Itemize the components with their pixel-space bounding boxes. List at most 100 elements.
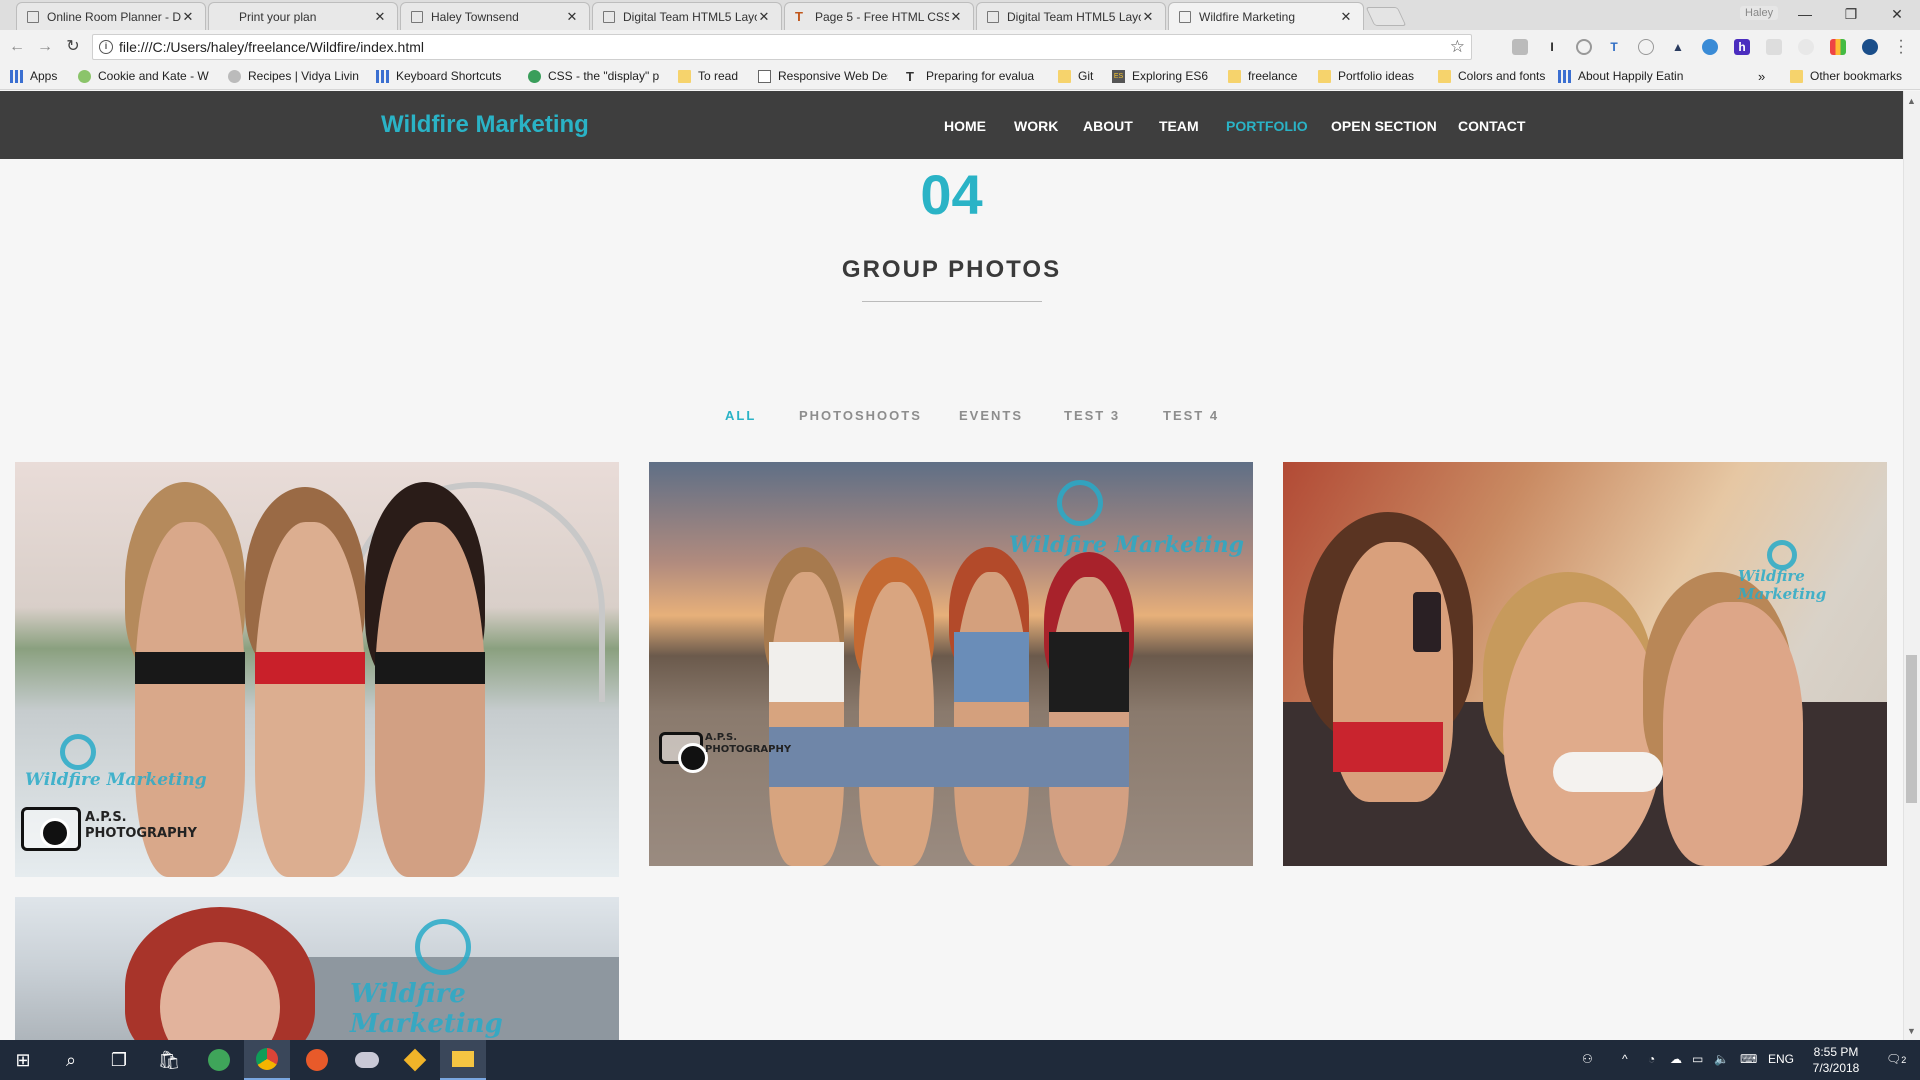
browser-tab[interactable]: Haley Townsend ✕	[400, 2, 590, 30]
forward-arrow-icon[interactable]: →	[34, 36, 56, 58]
page-scrollbar[interactable]	[1903, 91, 1920, 1040]
portfolio-photo[interactable]: Wildfire Marketing A.P.S. PHOTOGRAPHY	[649, 462, 1253, 866]
bookmark-item[interactable]: About Happily Eatin	[1558, 69, 1690, 83]
close-icon[interactable]: ✕	[757, 9, 771, 25]
scroll-up-icon[interactable]: ▲	[1906, 96, 1917, 106]
network-icon[interactable]: ◔	[1648, 1052, 1655, 1066]
portfolio-photo[interactable]: Wildfire Marketing	[1283, 462, 1887, 866]
task-view-icon[interactable]: ❐	[96, 1040, 142, 1080]
nav-about[interactable]: ABOUT	[1083, 118, 1133, 134]
extension-icon[interactable]	[1798, 39, 1814, 55]
bookmarks-overflow-button[interactable]: »	[1758, 69, 1765, 84]
profile-name[interactable]: Haley	[1740, 6, 1779, 20]
drive-extension-icon[interactable]: ▲	[1670, 39, 1686, 55]
app-icon[interactable]	[294, 1040, 340, 1080]
battery-icon[interactable]: ▭	[1692, 1052, 1703, 1066]
filter-photoshoots[interactable]: PHOTOSHOOTS	[799, 408, 922, 423]
bookmark-label: Other bookmarks	[1810, 69, 1903, 83]
close-icon[interactable]: ✕	[949, 9, 963, 25]
search-icon[interactable]: ⌕	[48, 1040, 94, 1080]
browser-tab[interactable]: Print your plan ✕	[208, 2, 398, 30]
t-extension-icon[interactable]: T	[1606, 39, 1622, 55]
chevron-up-icon[interactable]: ^	[1622, 1052, 1628, 1066]
git-icon[interactable]	[392, 1040, 438, 1080]
nav-work[interactable]: WORK	[1014, 118, 1058, 134]
bookmark-folder[interactable]: Git	[1058, 69, 1093, 83]
filter-test-4[interactable]: TEST 4	[1163, 408, 1219, 423]
photographer-text: A.P.S. PHOTOGRAPHY	[705, 732, 792, 755]
new-tab-button[interactable]	[1365, 7, 1407, 26]
minimize-icon[interactable]: —	[1782, 0, 1828, 28]
bookmark-item[interactable]: Responsive Web Des	[758, 69, 888, 83]
window-close-icon[interactable]: ✕	[1874, 0, 1920, 28]
browser-tab[interactable]: Digital Team HTML5 Layo ✕	[976, 2, 1166, 30]
bookmark-apps[interactable]: Apps	[10, 69, 57, 83]
colors-extension-icon[interactable]	[1830, 39, 1846, 55]
portfolio-photo[interactable]: Wildfire Marketing	[15, 897, 619, 1040]
h-extension-icon[interactable]: h	[1734, 39, 1750, 55]
tab-title: Wildfire Marketing	[1199, 9, 1296, 24]
brand-logo[interactable]: Wildfire Marketing	[381, 111, 589, 139]
bookmark-item[interactable]: ES Exploring ES6	[1112, 69, 1208, 83]
bookmark-folder[interactable]: Portfolio ideas	[1318, 69, 1414, 83]
nav-home[interactable]: HOME	[944, 118, 986, 134]
cursor-extension-icon[interactable]: I	[1544, 39, 1560, 55]
nav-portfolio[interactable]: PORTFOLIO	[1226, 118, 1308, 134]
back-arrow-icon[interactable]: ←	[6, 36, 28, 58]
filter-all[interactable]: ALL	[725, 408, 756, 423]
onedrive-icon[interactable]: ☁	[1670, 1052, 1682, 1066]
people-icon[interactable]: ⚇	[1582, 1052, 1593, 1066]
maximize-icon[interactable]: ❐	[1828, 0, 1874, 28]
file-explorer-icon[interactable]	[440, 1040, 486, 1080]
nav-open-section[interactable]: OPEN SECTION	[1331, 118, 1437, 134]
close-icon[interactable]: ✕	[181, 9, 195, 25]
extension-icon[interactable]	[1576, 39, 1592, 55]
scrollbar-thumb[interactable]	[1906, 655, 1917, 803]
address-bar[interactable]: i file:///C:/Users/haley/freelance/Wildf…	[92, 34, 1472, 60]
page-icon	[411, 10, 423, 23]
extension-icon[interactable]	[1638, 39, 1654, 55]
app-icon[interactable]	[196, 1040, 242, 1080]
bookmark-item[interactable]: T Preparing for evalua	[906, 69, 1038, 83]
volume-icon[interactable]: 🔈	[1714, 1052, 1729, 1066]
reload-icon[interactable]: ↻	[62, 36, 84, 58]
windows-start-icon[interactable]: ⊞	[0, 1040, 46, 1080]
browser-tab[interactable]: T Page 5 - Free HTML CSS ✕	[784, 2, 974, 30]
bookmark-item[interactable]: Cookie and Kate - W	[78, 69, 218, 83]
close-icon[interactable]: ✕	[1141, 9, 1155, 25]
nav-contact[interactable]: CONTACT	[1458, 118, 1525, 134]
bookmark-item[interactable]: CSS - the "display" p	[528, 69, 660, 83]
close-icon[interactable]: ✕	[565, 9, 579, 25]
portfolio-photo[interactable]: Wildfire Marketing A.P.S. PHOTOGRAPHY	[15, 462, 619, 877]
close-icon[interactable]: ✕	[373, 9, 387, 25]
chrome-icon[interactable]	[244, 1040, 290, 1080]
watermark-text: Wildfire Marketing	[25, 770, 207, 790]
filter-test-3[interactable]: TEST 3	[1064, 408, 1120, 423]
scroll-down-icon[interactable]: ▼	[1906, 1026, 1917, 1036]
browser-tab[interactable]: Digital Team HTML5 Layo ✕	[592, 2, 782, 30]
extension-icon[interactable]	[1766, 39, 1782, 55]
close-icon[interactable]: ✕	[1339, 9, 1353, 25]
nav-team[interactable]: TEAM	[1159, 118, 1199, 134]
bookmark-item[interactable]: Keyboard Shortcuts	[376, 69, 501, 83]
notifications-icon[interactable]: 🗨2	[1886, 1052, 1906, 1066]
filter-events[interactable]: EVENTS	[959, 408, 1023, 423]
new-extension-icon[interactable]	[1862, 39, 1878, 55]
other-bookmarks[interactable]: Other bookmarks	[1790, 69, 1902, 83]
system-clock[interactable]: 8:55 PM 7/3/2018	[1790, 1044, 1882, 1076]
app-icon[interactable]	[344, 1040, 390, 1080]
bookmark-folder[interactable]: freelance	[1228, 69, 1297, 83]
store-icon[interactable]: 🛍	[146, 1040, 192, 1080]
clock-date: 7/3/2018	[1812, 1061, 1860, 1075]
info-icon[interactable]: i	[99, 40, 113, 54]
bookmark-item[interactable]: Recipes | Vidya Livin	[228, 69, 366, 83]
extension-icon[interactable]	[1512, 39, 1528, 55]
browser-tab[interactable]: Online Room Planner - D ✕	[16, 2, 206, 30]
keyboard-icon[interactable]: ⌨	[1740, 1052, 1757, 1066]
bookmark-folder[interactable]: Colors and fonts	[1438, 69, 1545, 83]
browser-menu-icon[interactable]: · · ·	[1896, 33, 1906, 61]
bookmark-folder[interactable]: To read	[678, 69, 738, 83]
badge-extension-icon[interactable]	[1702, 39, 1718, 55]
bookmark-star-icon[interactable]: ☆	[1450, 35, 1465, 59]
browser-tab-active[interactable]: Wildfire Marketing ✕	[1168, 2, 1364, 30]
